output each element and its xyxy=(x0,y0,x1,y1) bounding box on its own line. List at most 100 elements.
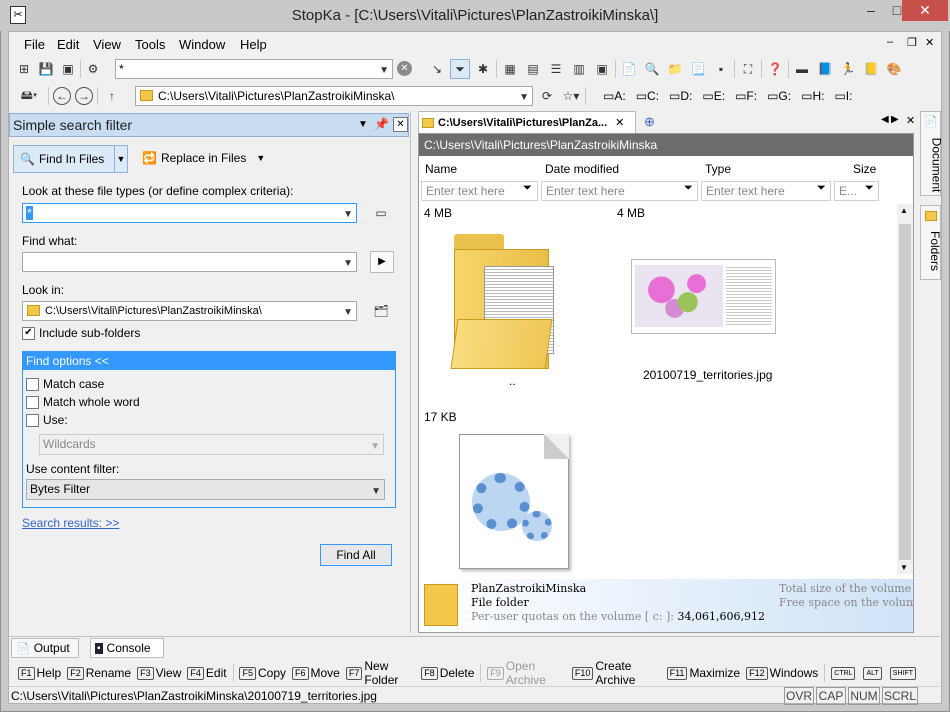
fkey-create-archive[interactable]: F10 Create Archive xyxy=(571,659,661,687)
browser-tab[interactable]: C:\Users\Vitali\Pictures\PlanZa... ✕ xyxy=(418,111,636,133)
jpg-file-item[interactable]: 20100719_territories.jpg xyxy=(619,244,789,382)
chevron-down-icon[interactable]: ▼ xyxy=(371,482,381,501)
fkey-maximize[interactable]: F11 Maximize xyxy=(666,666,740,680)
drive-g[interactable]: ▭G: xyxy=(767,89,791,103)
tab-console[interactable]: ▪ Console xyxy=(90,638,164,658)
menu-file[interactable]: File xyxy=(24,37,45,52)
parent-folder-item[interactable]: .. xyxy=(449,224,579,388)
page-icon[interactable]: 📃 xyxy=(688,59,708,79)
view-thumbnails-icon[interactable]: ▣ xyxy=(592,59,612,79)
tab-close-icon[interactable]: ✕ xyxy=(615,116,624,129)
up-folder-icon[interactable]: ↑ xyxy=(102,86,122,106)
find-what-combo[interactable]: ▼ xyxy=(22,252,357,272)
chevron-down-icon[interactable]: ▼ xyxy=(343,255,353,273)
menu-window[interactable]: Window xyxy=(179,37,225,52)
view-details-icon[interactable]: ▥ xyxy=(569,59,589,79)
run-icon[interactable]: 🏃 xyxy=(838,59,858,79)
file-types-combo[interactable]: * ▼ xyxy=(22,203,357,223)
replace-in-files-button[interactable]: 🔁 Replace in Files ▼ xyxy=(142,151,265,165)
fkey-edit[interactable]: F4 Edit xyxy=(187,666,227,680)
drive-e[interactable]: ▭E: xyxy=(702,89,725,103)
clear-filter-icon[interactable]: ✕ xyxy=(397,61,412,76)
drive-h[interactable]: ▭H: xyxy=(801,89,824,103)
new-tab-icon[interactable]: ⊕ xyxy=(644,114,655,130)
filter-combo[interactable]: * ▼ xyxy=(115,59,393,79)
console-icon[interactable]: ▪ xyxy=(711,59,731,79)
mdi-restore-button[interactable]: ❐ xyxy=(907,36,917,49)
scrollbar-thumb[interactable] xyxy=(899,224,911,560)
funnel-filter-icon[interactable]: ⏷ xyxy=(450,59,470,79)
mdi-minimize-button[interactable]: – xyxy=(887,36,893,48)
drive-f[interactable]: ▭F: xyxy=(735,89,757,103)
match-whole-word-checkbox[interactable] xyxy=(26,395,39,409)
view-large-icons-icon[interactable]: ▦ xyxy=(500,59,520,79)
panel-menu-icon[interactable]: ▼ xyxy=(358,119,368,130)
modkey-alt[interactable]: ALT xyxy=(863,666,883,680)
column-size[interactable]: Size xyxy=(853,162,876,176)
side-tab-document[interactable]: 📄 Document xyxy=(920,111,943,196)
funnel-icon[interactable]: ⏷ xyxy=(684,182,693,195)
settings-file-item[interactable] xyxy=(459,434,569,569)
title-bar[interactable]: ✂ StopKa - [C:\Users\Vitali\Pictures\Pla… xyxy=(0,0,950,31)
match-case-checkbox[interactable] xyxy=(26,377,39,391)
drive-c[interactable]: ▭C: xyxy=(636,89,659,103)
match-case-row[interactable]: Match case xyxy=(26,377,104,391)
pin-icon[interactable]: 📌 xyxy=(374,117,389,131)
column-type[interactable]: Type xyxy=(705,162,731,176)
name-filter-input[interactable]: Enter text here xyxy=(421,181,538,201)
scroll-up-icon[interactable]: ▲ xyxy=(900,206,908,215)
path-combo[interactable]: C:\Users\Vitali\Pictures\PlanZastroikiMi… xyxy=(135,86,533,106)
fkey-copy[interactable]: F5 Copy xyxy=(239,666,286,680)
fkey-rename[interactable]: F2 Rename xyxy=(67,666,131,680)
vertical-scrollbar[interactable]: ▲ ▼ xyxy=(897,204,913,574)
tab-scroll-right-icon[interactable]: ▶ xyxy=(891,114,899,125)
help-icon[interactable]: ❓ xyxy=(765,59,785,79)
back-icon[interactable]: ← xyxy=(53,87,71,105)
look-in-combo[interactable]: C:\Users\Vitali\Pictures\PlanZastroikiMi… xyxy=(22,301,357,321)
type-filter-input[interactable]: Enter text here xyxy=(701,181,831,201)
drive-menu-icon[interactable]: 🖴▾ xyxy=(14,86,44,106)
forward-icon[interactable]: → xyxy=(75,87,93,105)
use-checkbox[interactable] xyxy=(26,413,39,427)
star-icon[interactable]: ☆▾ xyxy=(561,86,581,106)
funnel-icon[interactable]: ⏷ xyxy=(865,182,874,195)
include-subfolders-checkbox[interactable]: ✔ xyxy=(22,326,35,340)
funnel-icon[interactable]: ⏷ xyxy=(817,182,826,195)
palette-icon[interactable]: 🎨 xyxy=(884,59,904,79)
match-whole-word-row[interactable]: Match whole word xyxy=(26,395,140,409)
browse-types-icon[interactable]: ▭ xyxy=(371,203,391,223)
terminal-icon[interactable]: ▬ xyxy=(792,59,812,79)
column-date-modified[interactable]: Date modified xyxy=(545,162,619,176)
modkey-ctrl[interactable]: CTRL xyxy=(831,666,857,680)
folders-panel-icon[interactable]: 📁 xyxy=(665,59,685,79)
content-filter-combo[interactable]: Bytes Filter ▼ xyxy=(26,479,385,500)
book-icon[interactable]: 📘 xyxy=(815,59,835,79)
date-filter-input[interactable]: Enter text here xyxy=(541,181,698,201)
drive-d[interactable]: ▭D: xyxy=(669,89,692,103)
panel-close-icon[interactable]: ✕ xyxy=(393,117,408,132)
search-panel-icon[interactable]: 🔍 xyxy=(642,59,662,79)
side-tab-folders[interactable]: Folders xyxy=(920,205,942,280)
document-panel-icon[interactable]: 📄 xyxy=(619,59,639,79)
tab-area-close-icon[interactable]: ✕ xyxy=(906,114,915,127)
include-subfolders-row[interactable]: ✔ Include sub-folders xyxy=(22,326,140,340)
asterisk-icon[interactable]: ✱ xyxy=(473,59,493,79)
tab-output[interactable]: 📄 Output xyxy=(11,638,79,658)
find-options-toggle[interactable]: Find options << xyxy=(23,352,395,370)
view-small-icons-icon[interactable]: ▤ xyxy=(523,59,543,79)
drive-a[interactable]: ▭A: xyxy=(603,89,626,103)
chevron-down-icon[interactable]: ▼ xyxy=(379,62,389,80)
drive-i[interactable]: ▭I: xyxy=(834,89,852,103)
close-button[interactable]: ✕ xyxy=(902,0,948,21)
mdi-close-button[interactable]: ✕ xyxy=(925,36,934,49)
fullscreen-icon[interactable]: ⛶ xyxy=(738,59,758,79)
column-name[interactable]: Name xyxy=(425,162,457,176)
funnel-icon[interactable]: ⏷ xyxy=(523,182,532,195)
new-tab-icon[interactable]: ⊞ xyxy=(14,59,34,79)
find-mode-dropdown[interactable]: ▼ xyxy=(114,145,128,173)
notebook-icon[interactable]: 📒 xyxy=(861,59,881,79)
chevron-down-icon[interactable]: ▼ xyxy=(343,206,353,224)
fkey-delete[interactable]: F8 Delete xyxy=(421,666,474,680)
chevron-down-icon[interactable]: ▼ xyxy=(343,304,353,322)
menu-edit[interactable]: Edit xyxy=(57,37,79,52)
